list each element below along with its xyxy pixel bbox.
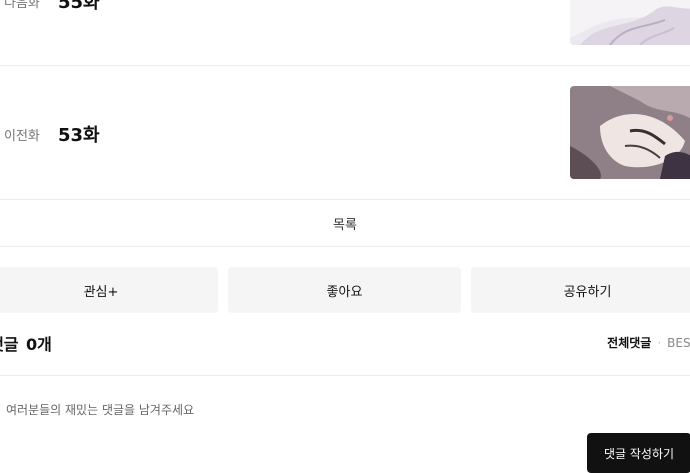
comment-count-prefix: 댓글 [0,335,19,354]
sort-separator: · [657,335,662,350]
prev-episode-label: 이전화 [4,129,40,144]
comment-prompt: 여러분들의 재밌는 댓글을 남겨주세요 [6,403,195,417]
comment-count: 댓글 0개 [0,331,52,355]
prev-episode-title: 53화 [58,125,100,146]
next-episode-label: 다음화 [4,0,40,11]
next-episode-row[interactable]: 다음화 55화 [0,0,690,45]
divider [0,199,690,200]
sort-all-tab[interactable]: 전체댓글 [607,334,651,351]
next-episode-thumbnail [570,0,690,45]
episode-list-link[interactable]: 목록 [0,214,690,233]
prev-episode-row[interactable]: 이전화 53화 [0,66,690,199]
divider [0,375,690,376]
share-button[interactable]: 공유하기 [471,267,690,313]
write-comment-button[interactable]: 댓글 작성하기 [587,433,690,473]
next-episode-title: 55화 [58,0,100,13]
like-button[interactable]: 좋아요 [228,267,461,313]
favorite-button[interactable]: 관심+ [0,267,218,313]
sort-best-tab[interactable]: BEST댓글 [667,334,690,351]
comment-sort-tabs: 전체댓글 · BEST댓글 [607,334,690,351]
divider [0,246,690,247]
comment-count-value: 0개 [26,335,52,354]
prev-episode-thumbnail [570,86,690,179]
